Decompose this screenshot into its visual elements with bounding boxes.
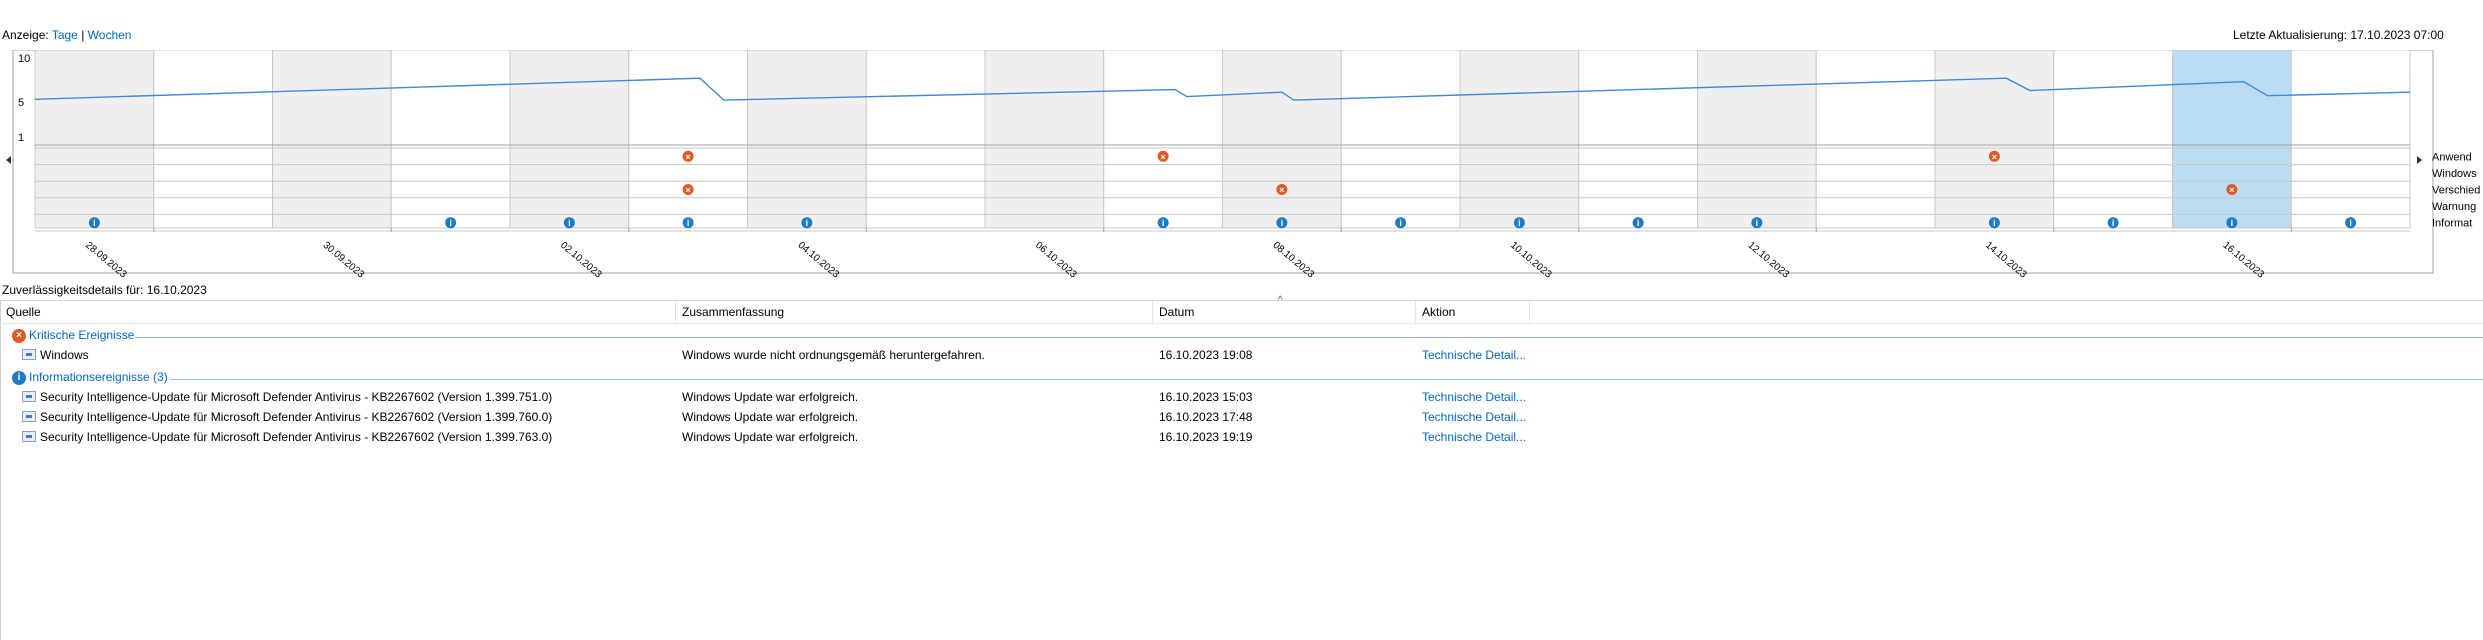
column-header-source[interactable]: Quelle bbox=[0, 301, 676, 323]
info-event-glyph: i bbox=[1993, 218, 1996, 228]
y-tick-label: 5 bbox=[18, 97, 24, 109]
info-event-glyph: i bbox=[1756, 218, 1759, 228]
triangle-left-icon[interactable] bbox=[6, 156, 11, 164]
table-header: Quelle Zusammenfassung Datum Aktion ^ bbox=[0, 295, 2483, 324]
day-column[interactable] bbox=[1222, 50, 1342, 229]
group-title: Kritische Ereignisse bbox=[29, 328, 135, 342]
error-event-glyph: × bbox=[685, 185, 690, 195]
info-event-glyph: i bbox=[806, 218, 809, 228]
info-event-glyph: i bbox=[1399, 218, 1402, 228]
day-column[interactable] bbox=[153, 50, 273, 229]
info-event-glyph: i bbox=[2112, 218, 2115, 228]
technical-details-link[interactable]: Technische Detail... bbox=[1422, 430, 1526, 444]
row-date: 16.10.2023 17:48 bbox=[1159, 410, 1253, 424]
error-event-glyph: × bbox=[1992, 152, 1997, 162]
sort-ascending-icon: ^ bbox=[1278, 295, 1283, 306]
table-row[interactable]: Windows Windows wurde nicht ordnungsgemäß… bbox=[0, 345, 2483, 365]
view-selector: Anzeige: Tage | Wochen bbox=[2, 28, 131, 42]
row-summary: Windows Update war erfolgreich. bbox=[682, 430, 859, 444]
group-title: Informationsereignisse (3) bbox=[29, 370, 168, 384]
row-source: Security Intelligence-Update für Microso… bbox=[40, 410, 553, 424]
info-event-glyph: i bbox=[2349, 218, 2352, 228]
table-row[interactable]: Security Intelligence-Update für Microso… bbox=[0, 387, 2483, 407]
info-event-glyph: i bbox=[1162, 218, 1165, 228]
view-weeks-link[interactable]: Wochen bbox=[88, 28, 132, 42]
group-divider bbox=[135, 337, 2483, 338]
error-icon: × bbox=[12, 329, 26, 343]
group-header[interactable]: i Informationsereignisse (3) bbox=[0, 369, 2483, 387]
info-icon: i bbox=[12, 371, 26, 385]
last-update-text: Letzte Aktualisierung: 17.10.2023 07:00 bbox=[2233, 28, 2444, 42]
category-label: Windows bbox=[2432, 168, 2477, 180]
error-event-glyph: × bbox=[1279, 185, 1284, 195]
info-event-glyph: i bbox=[1637, 218, 1640, 228]
y-tick-label: 1 bbox=[18, 132, 24, 144]
column-header-action[interactable]: Aktion bbox=[1416, 301, 1530, 323]
info-event-glyph: i bbox=[687, 218, 690, 228]
day-column[interactable] bbox=[2172, 50, 2292, 229]
day-column[interactable] bbox=[747, 50, 867, 229]
day-column[interactable] bbox=[1934, 50, 2055, 229]
error-event-glyph: × bbox=[685, 152, 690, 162]
day-column[interactable] bbox=[984, 50, 1105, 229]
day-column[interactable] bbox=[1697, 50, 1817, 229]
day-column[interactable] bbox=[2290, 50, 2411, 229]
row-date: 16.10.2023 19:08 bbox=[1159, 348, 1253, 362]
day-column[interactable] bbox=[2053, 50, 2173, 229]
application-icon bbox=[22, 391, 36, 402]
row-source: Security Intelligence-Update für Microso… bbox=[40, 390, 553, 404]
row-date: 16.10.2023 19:19 bbox=[1159, 430, 1253, 444]
row-source: Security Intelligence-Update für Microso… bbox=[40, 430, 553, 444]
table-row[interactable]: Security Intelligence-Update für Microso… bbox=[0, 407, 2483, 427]
error-event-glyph: × bbox=[1160, 152, 1165, 162]
category-label: Verschied bbox=[2432, 185, 2480, 197]
application-icon bbox=[22, 411, 36, 422]
technical-details-link[interactable]: Technische Detail... bbox=[1422, 390, 1526, 404]
technical-details-link[interactable]: Technische Detail... bbox=[1422, 348, 1526, 362]
view-bar: Anzeige: Tage | Wochen Letzte Aktualisie… bbox=[0, 26, 2483, 46]
category-label: Anwend bbox=[2432, 151, 2472, 163]
day-column[interactable] bbox=[34, 50, 155, 229]
reliability-chart[interactable]: 10 5 1 × × × × × × i i i i i i i i i i i i i i i Anwend Windows Ve… bbox=[0, 50, 2483, 280]
day-column[interactable] bbox=[1578, 50, 1698, 229]
application-icon bbox=[22, 349, 36, 360]
column-header-summary[interactable]: Zusammenfassung bbox=[676, 301, 1153, 323]
info-event-glyph: i bbox=[568, 218, 571, 228]
details-label: Zuverlässigkeitsdetails für: 16.10.2023 bbox=[2, 283, 207, 297]
info-event-glyph: i bbox=[1281, 218, 1284, 228]
details-table: Quelle Zusammenfassung Datum Aktion ^ × K… bbox=[0, 295, 2483, 640]
info-event-glyph: i bbox=[1518, 218, 1521, 228]
day-column[interactable] bbox=[628, 50, 748, 229]
view-label: Anzeige: bbox=[2, 28, 49, 42]
day-column[interactable] bbox=[1815, 50, 1936, 229]
table-row[interactable]: Security Intelligence-Update für Microso… bbox=[0, 427, 2483, 447]
view-separator: | bbox=[81, 28, 85, 42]
day-column[interactable] bbox=[1103, 50, 1223, 229]
group-header[interactable]: × Kritische Ereignisse bbox=[0, 327, 2483, 345]
application-icon bbox=[22, 431, 36, 442]
row-source: Windows bbox=[40, 348, 89, 362]
group-divider bbox=[170, 379, 2483, 380]
day-column[interactable] bbox=[390, 50, 511, 229]
info-event-glyph: i bbox=[449, 218, 452, 228]
view-days-link[interactable]: Tage bbox=[52, 28, 78, 42]
category-label: Warnung bbox=[2432, 201, 2476, 213]
category-label: Informat bbox=[2432, 218, 2472, 230]
row-summary: Windows Update war erfolgreich. bbox=[682, 410, 859, 424]
day-column[interactable] bbox=[1340, 50, 1461, 229]
y-tick-label: 10 bbox=[18, 53, 30, 65]
info-event-glyph: i bbox=[93, 218, 96, 228]
info-event-glyph: i bbox=[2231, 218, 2234, 228]
day-column[interactable] bbox=[865, 50, 986, 229]
column-header-date[interactable]: Datum bbox=[1153, 301, 1416, 323]
day-column[interactable] bbox=[272, 50, 392, 229]
error-event-glyph: × bbox=[2229, 185, 2234, 195]
day-column[interactable] bbox=[1459, 50, 1580, 229]
technical-details-link[interactable]: Technische Detail... bbox=[1422, 410, 1526, 424]
row-summary: Windows wurde nicht ordnungsgemäß herunt… bbox=[682, 348, 985, 362]
row-summary: Windows Update war erfolgreich. bbox=[682, 390, 859, 404]
row-date: 16.10.2023 15:03 bbox=[1159, 390, 1253, 404]
day-column[interactable] bbox=[509, 50, 630, 229]
reliability-chart-svg[interactable]: 10 5 1 × × × × × × i i i i i i i i i i i i i i i Anwend Windows Ve… bbox=[0, 50, 2483, 280]
